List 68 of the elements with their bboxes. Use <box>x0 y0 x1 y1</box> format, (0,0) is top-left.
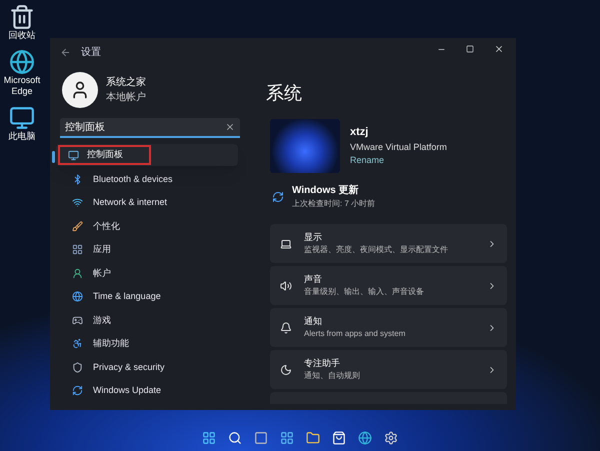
sidebar-item[interactable]: Privacy & security <box>56 356 244 379</box>
desktop-icon-label: 回收站 <box>8 30 36 41</box>
wallpaper-thumbnail <box>270 119 340 173</box>
sidebar-item[interactable]: 游戏 <box>56 308 244 332</box>
account-type: 本地帐户 <box>106 90 146 105</box>
person-icon <box>72 268 83 279</box>
card-title: 显示 <box>304 230 323 244</box>
card-subtitle: 监视器、亮度、夜间模式、显示配置文件 <box>304 244 449 256</box>
maximize-icon[interactable] <box>466 45 474 53</box>
desktop-icon-label: Microsoft Edge <box>2 75 42 97</box>
device-model: VMware Virtual Platform <box>350 140 447 154</box>
monitor-icon <box>68 150 79 160</box>
bluetooth-icon <box>72 174 83 185</box>
clear-icon[interactable] <box>225 122 235 132</box>
recycle-bin-icon[interactable] <box>9 4 35 30</box>
desktop-icon-label: 此电脑 <box>8 131 36 142</box>
settings-card[interactable]: 声音 音量级别、输出、输入、声音设备 <box>270 266 507 305</box>
settings-icon[interactable] <box>384 430 398 444</box>
settings-card[interactable]: 专注助手 通知、自动规则 <box>270 350 507 389</box>
close-icon[interactable] <box>494 44 504 54</box>
sidebar-item[interactable]: 辅助功能 <box>56 332 244 356</box>
globe-icon[interactable] <box>358 430 372 444</box>
refresh-icon <box>72 385 83 396</box>
bell-icon <box>280 322 292 334</box>
back-icon[interactable] <box>60 46 71 58</box>
page-title: 系统 <box>265 82 303 105</box>
search-result[interactable]: 控制面板 <box>58 145 151 165</box>
windows-icon[interactable] <box>254 430 268 444</box>
bag-icon[interactable] <box>332 430 346 444</box>
sidebar-item[interactable]: 应用 <box>56 238 244 262</box>
rename-link[interactable]: Rename <box>350 154 447 168</box>
card-title: 通知 <box>304 314 323 328</box>
update-title[interactable]: Windows 更新 <box>292 183 376 198</box>
account-name: 系统之家 <box>106 76 146 90</box>
speaker-icon <box>280 280 292 292</box>
update-subtitle: 上次检查时间: 7 小时前 <box>292 198 376 210</box>
card-subtitle: 通知、自动规则 <box>304 370 361 382</box>
shield-icon <box>72 362 83 373</box>
gamepad-icon <box>72 314 83 326</box>
settings-card[interactable]: 通知 Alerts from apps and system <box>270 308 507 347</box>
refresh-icon <box>272 190 284 202</box>
sidebar-item[interactable]: Bluetooth & devices <box>56 168 244 191</box>
selection-indicator <box>52 151 55 163</box>
globe-icon[interactable] <box>9 49 35 75</box>
card-subtitle: 音量级别、输出、输入、声音设备 <box>304 286 425 298</box>
sidebar-item[interactable]: Time & language <box>56 285 244 308</box>
widgets-icon[interactable] <box>280 430 294 444</box>
laptop-icon <box>280 238 292 250</box>
sidebar-item[interactable]: Network & internet <box>56 191 244 214</box>
card-title: 声音 <box>304 272 323 286</box>
sidebar-item[interactable]: Windows Update <box>56 379 244 402</box>
card-subtitle: Alerts from apps and system <box>304 328 406 340</box>
moon-icon <box>280 364 292 376</box>
device-name: xtzj <box>350 125 370 140</box>
sidebar-item[interactable]: 帐户 <box>56 262 244 285</box>
globe-icon <box>72 291 83 302</box>
apps-icon <box>72 244 83 256</box>
brush-icon <box>72 220 83 232</box>
search-icon[interactable] <box>228 430 242 444</box>
card-title: 专注助手 <box>304 356 341 370</box>
sidebar-item[interactable]: 个性化 <box>56 214 244 238</box>
search-field[interactable]: 控制面板 <box>60 118 240 138</box>
start-icon[interactable] <box>202 430 216 444</box>
accessibility-icon <box>72 338 83 350</box>
settings-card[interactable]: 显示 监视器、亮度、夜间模式、显示配置文件 <box>270 224 507 263</box>
folder-icon[interactable] <box>306 430 320 444</box>
monitor-icon[interactable] <box>9 105 35 131</box>
window-title: 设置 <box>81 46 101 60</box>
